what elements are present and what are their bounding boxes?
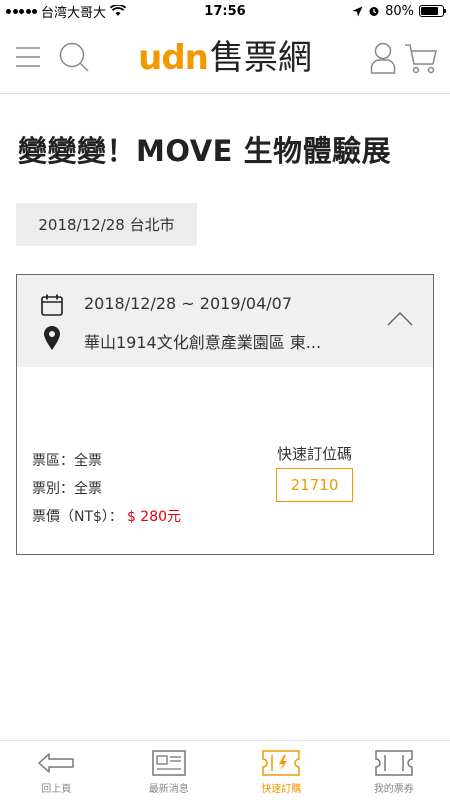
location-arrow-icon xyxy=(352,6,363,16)
tab-back[interactable]: 回上頁 xyxy=(0,741,113,800)
battery-percent: 80% xyxy=(385,3,414,19)
cart-button[interactable] xyxy=(403,40,439,76)
wifi-icon xyxy=(110,5,127,16)
event-venue: 華山1914文化創意產業園區 東... xyxy=(84,333,322,352)
ticket-card: 2018/12/28 ~ 2019/04/07 華山1914文化創意產業園區 東… xyxy=(16,274,434,555)
tab-quick-order-label: 快速訂購 xyxy=(261,784,302,795)
battery-icon xyxy=(419,5,446,17)
ticket-type: 票別：全票 xyxy=(32,481,102,497)
quick-code-label: 快速訂位碼 xyxy=(277,445,353,463)
user-icon xyxy=(370,42,396,74)
ticket-icon xyxy=(374,748,414,778)
calendar-icon xyxy=(39,292,65,318)
tab-news-label: 最新消息 xyxy=(148,784,189,795)
battery-level xyxy=(421,7,438,15)
status-bar: 台湾大哥大 17:56 80% xyxy=(0,0,450,22)
card-header[interactable]: 2018/12/28 ~ 2019/04/07 華山1914文化創意產業園區 東… xyxy=(17,275,433,367)
ticket-zone: 票區：全票 xyxy=(32,453,102,469)
location-pin-icon xyxy=(39,325,65,351)
ticket-price-row: 票價（NT$）： $ 280元 xyxy=(32,503,181,531)
app-header: udn售票網 xyxy=(0,22,450,94)
tab-back-label: 回上頁 xyxy=(41,784,72,795)
tab-my-tickets[interactable]: 我的票券 xyxy=(338,741,450,800)
tab-news[interactable]: 最新消息 xyxy=(113,741,226,800)
chevron-up-icon xyxy=(387,311,413,326)
quick-ticket-icon xyxy=(261,748,301,778)
status-left: 台湾大哥大 xyxy=(6,2,127,21)
alarm-icon xyxy=(369,7,379,16)
ticket-price-value: $ 280元 xyxy=(126,509,182,525)
account-button[interactable] xyxy=(368,40,398,76)
back-arrow-icon xyxy=(36,748,76,778)
ticket-price-label: 票價（NT$）： xyxy=(32,509,123,525)
cart-icon xyxy=(405,44,437,74)
logo-latin-text: udn xyxy=(138,38,209,78)
bottom-tab-bar: 回上頁 最新消息 快速訂購 我的票券 xyxy=(0,740,450,800)
status-time: 17:56 xyxy=(204,3,246,19)
tab-quick-order[interactable]: 快速訂購 xyxy=(225,741,338,800)
event-date-range: 2018/12/28 ~ 2019/04/07 xyxy=(84,294,293,313)
quick-code-box[interactable]: 21710 xyxy=(276,468,353,502)
tab-my-tickets-label: 我的票券 xyxy=(373,784,414,795)
carrier-name: 台湾大哥大 xyxy=(41,5,107,21)
news-icon xyxy=(149,748,189,778)
signal-strength-icon xyxy=(6,8,37,14)
status-right: 80% xyxy=(352,3,446,19)
session-chip: 2018/12/28 台北市 xyxy=(16,203,197,246)
logo-cjk-text: 售票網 xyxy=(209,38,312,78)
event-title: 變變變！MOVE 生物體驗展 xyxy=(18,134,392,168)
collapse-toggle[interactable] xyxy=(385,309,415,329)
ticket-info: 票區：全票 票別：全票 票價（NT$）： $ 280元 xyxy=(32,447,181,531)
